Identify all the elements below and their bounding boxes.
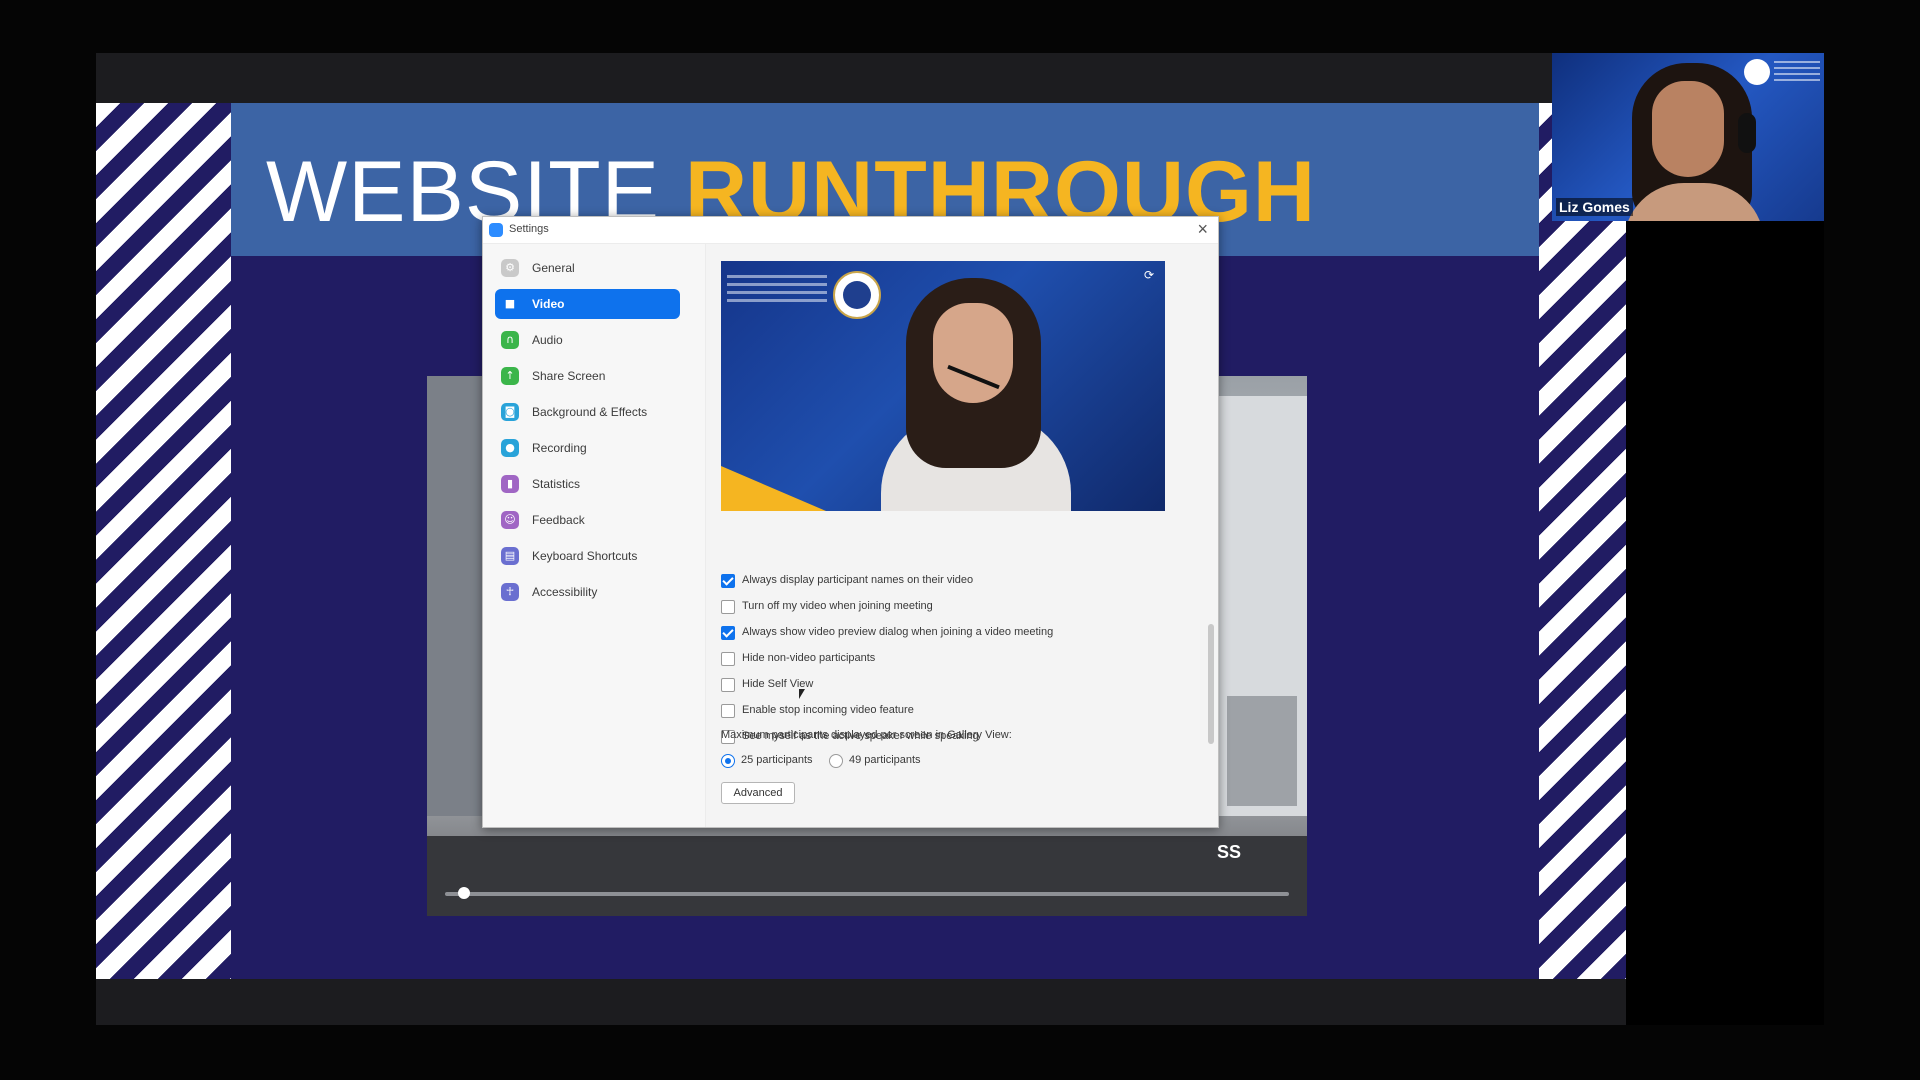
video-camera-icon: ■: [501, 295, 519, 313]
sidebar-item-label: General: [532, 261, 575, 275]
share-screen-icon: ↑: [501, 367, 519, 385]
slide-stripes-left: [96, 103, 231, 979]
advanced-button[interactable]: Advanced: [721, 782, 795, 804]
settings-scrollbar[interactable]: [1208, 624, 1214, 744]
settings-dialog: Settings × ⚙ General ■ Video ∩ Audio ↑ Share Sc…: [482, 216, 1219, 828]
participant-video-tile[interactable]: Liz Gomes: [1552, 53, 1824, 221]
gear-icon: ⚙: [501, 259, 519, 277]
preview-yellow-accent: [721, 466, 826, 511]
sidebar-item-label: Keyboard Shortcuts: [532, 549, 638, 563]
option-checkbox[interactable]: [721, 652, 735, 666]
sidebar-item-background-effects[interactable]: ◙ Background & Effects: [495, 397, 680, 427]
accessibility-icon: ☥: [501, 583, 519, 601]
state-seal-icon: [1744, 59, 1770, 85]
radio-button[interactable]: [829, 754, 843, 768]
option-checkbox[interactable]: [721, 626, 735, 640]
option-label: Enable stop incoming video feature: [742, 704, 914, 716]
video-preview: ⟳: [721, 261, 1165, 511]
option-checkbox[interactable]: [721, 600, 735, 614]
headset-icon: [1738, 113, 1756, 153]
option-label: Turn off my video when joining meeting: [742, 600, 933, 612]
rotate-video-icon[interactable]: ⟳: [1141, 267, 1157, 283]
player-control-bar: [427, 836, 1307, 916]
option-checkbox[interactable]: [721, 704, 735, 718]
office-window: [427, 376, 487, 816]
sidebar-item-label: Audio: [532, 333, 563, 347]
sidebar-item-label: Share Screen: [532, 369, 606, 383]
settings-nav: ⚙ General ■ Video ∩ Audio ↑ Share Screen ◙ Backgr…: [483, 244, 706, 827]
participant-name-label: Liz Gomes: [1556, 198, 1633, 216]
option-label: Hide non-video participants: [742, 652, 876, 664]
close-icon[interactable]: ×: [1197, 219, 1208, 240]
sidebar-item-label: Statistics: [532, 477, 581, 491]
radio-button[interactable]: [721, 754, 735, 768]
option-label: Always show video preview dialog when jo…: [742, 626, 1054, 638]
player-timeline-knob[interactable]: [457, 887, 470, 899]
sidebar-item-statistics[interactable]: ▮ Statistics: [495, 469, 680, 499]
preview-mirrored-logo-text: [727, 275, 827, 305]
statistics-icon: ▮: [501, 475, 519, 493]
sidebar-item-share-screen[interactable]: ↑ Share Screen: [495, 361, 680, 391]
sidebar-item-label: Recording: [532, 441, 587, 455]
recording-icon: ●: [501, 439, 519, 457]
player-timeline[interactable]: [445, 892, 1289, 896]
office-cubicle: [1227, 696, 1297, 806]
feedback-icon: ☺: [501, 511, 519, 529]
slide-stripes-right: [1539, 103, 1626, 979]
sidebar-item-accessibility[interactable]: ☥ Accessibility: [495, 577, 680, 607]
keyboard-icon: ▤: [501, 547, 519, 565]
video-settings-panel: ⟳ Always display participant names on th…: [706, 244, 1218, 827]
sidebar-item-audio[interactable]: ∩ Audio: [495, 325, 680, 355]
sidebar-item-label: Background & Effects: [532, 405, 648, 419]
option-checkbox[interactable]: [721, 574, 735, 588]
sidebar-item-label: Video: [532, 297, 565, 311]
sidebar-item-video[interactable]: ■ Video: [495, 289, 680, 319]
headphones-icon: ∩: [501, 331, 519, 349]
radio-label: 25 participants: [741, 754, 813, 766]
dialog-titlebar: Settings ×: [483, 217, 1218, 244]
radio-label: 49 participants: [849, 754, 921, 766]
sidebar-item-feedback[interactable]: ☺ Feedback: [495, 505, 680, 535]
sidebar-item-label: Accessibility: [532, 585, 598, 599]
option-checkbox[interactable]: [721, 678, 735, 692]
self-video-person: [851, 273, 1091, 511]
gallery-view-label: Maximum participants displayed per scree…: [721, 729, 1012, 741]
sidebar-item-keyboard-shortcuts[interactable]: ▤ Keyboard Shortcuts: [495, 541, 680, 571]
zoom-app-icon: [489, 223, 503, 237]
dialog-title: Settings: [509, 223, 549, 235]
gallery-side-panel: [1626, 221, 1824, 1025]
option-label: Always display participant names on thei…: [742, 574, 974, 586]
participant-background-logo-text: [1774, 61, 1820, 83]
sidebar-item-label: Feedback: [532, 513, 585, 527]
participant-face: [1652, 81, 1724, 177]
player-caption: SS: [1217, 842, 1242, 862]
sidebar-item-general[interactable]: ⚙ General: [495, 253, 680, 283]
background-icon: ◙: [501, 403, 519, 421]
mouse-cursor: [799, 689, 805, 699]
sidebar-item-recording[interactable]: ● Recording: [495, 433, 680, 463]
